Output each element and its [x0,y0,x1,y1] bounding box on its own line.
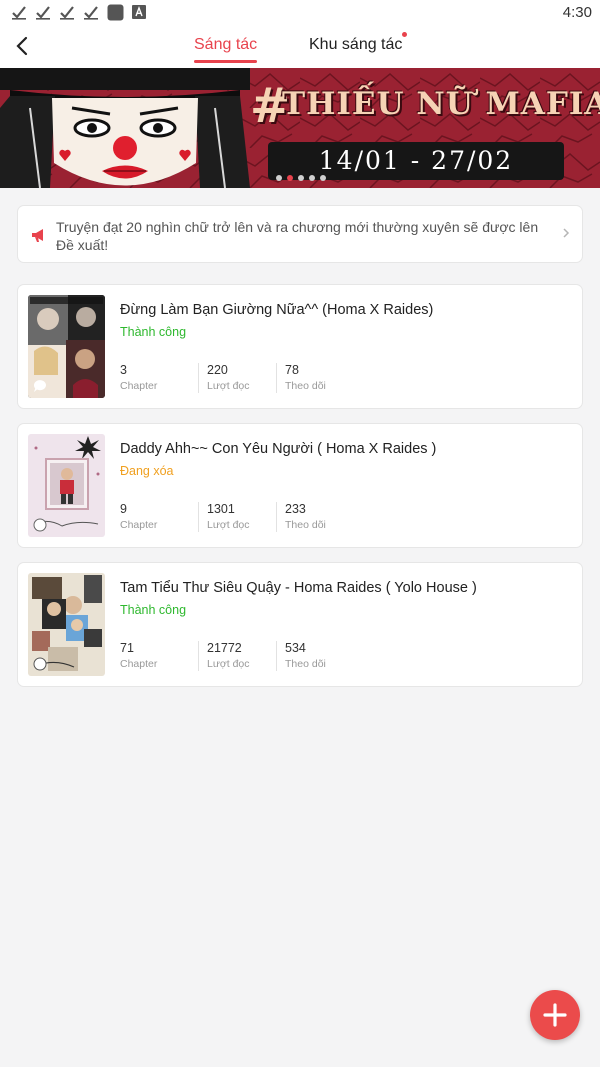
stat-value: 233 [285,502,306,516]
stat-reads: 21772 Lượt đọc [198,641,276,671]
square-icon [106,3,124,21]
stat-chapters: 3 Chapter [120,363,198,393]
stat-value: 1301 [207,502,235,516]
stat-label: Theo dõi [285,380,326,392]
back-arrow-icon [16,36,28,56]
back-button[interactable] [8,32,36,60]
stat-follows: 534 Theo dõi [276,641,354,671]
story-title: Đừng Làm Bạn Giường Nữa^^ (Homa X Raides… [120,302,434,318]
story-cover[interactable] [28,295,105,398]
carousel-dot[interactable] [320,175,326,181]
stat-label: Theo dõi [285,658,326,670]
tab-sang-tac[interactable]: Sáng tác [194,36,258,63]
comment-icon [33,518,47,532]
carousel-dot-active[interactable] [287,175,293,181]
story-status: Thành công [120,603,187,617]
story-card[interactable]: Đừng Làm Bạn Giường Nữa^^ (Homa X Raides… [17,284,583,409]
status-icons [10,3,148,21]
megaphone-icon [32,229,43,242]
story-stats: 71 Chapter 21772 Lượt đọc 534 Theo dõi [120,641,354,671]
story-title: Tam Tiểu Thư Siêu Quậy - Homa Raides ( Y… [120,580,477,596]
stat-follows: 233 Theo dõi [276,502,354,532]
story-stats: 9 Chapter 1301 Lượt đọc 233 Theo dõi [120,502,354,532]
check-icon [10,3,28,21]
story-status: Thành công [120,325,187,339]
stat-label: Lượt đọc [207,658,250,670]
check-icon [34,3,52,21]
banner-title: THIẾU NỮ MAFIA [282,86,600,122]
stat-chapters: 71 Chapter [120,641,198,671]
stat-follows: 78 Theo dõi [276,363,354,393]
notification-dot [402,32,408,37]
stat-value: 9 [120,502,127,516]
story-card[interactable]: Daddy Ahh~~ Con Yêu Người ( Homa X Raide… [17,423,583,548]
tab-label: Khu sáng tác [309,36,403,53]
story-status: Đang xóa [120,464,174,478]
status-time: 4:30 [562,4,592,21]
stat-value: 21772 [207,641,242,655]
status-bar: 4:30 [0,0,600,26]
carousel-dot[interactable] [298,175,304,181]
notice-text: Truyện đạt 20 nghìn chữ trở lên và ra ch… [56,219,539,253]
carousel-dot[interactable] [309,175,315,181]
promo-banner[interactable]: # THIẾU NỮ MAFIA 14/01 - 27/02 [0,68,600,188]
carousel-dot[interactable] [276,175,282,181]
stat-label: Chapter [120,519,158,531]
stat-label: Theo dõi [285,519,326,531]
stat-label: Chapter [120,658,158,670]
stat-label: Chapter [120,380,158,392]
add-story-button[interactable] [530,990,580,1040]
plus-icon [543,1003,567,1027]
stat-value: 3 [120,363,127,377]
story-cover[interactable] [28,573,105,676]
tab-khu-sang-tac[interactable]: Khu sáng tác [309,32,408,54]
story-stats: 3 Chapter 220 Lượt đọc 78 Theo dõi [120,363,354,393]
stat-reads: 220 Lượt đọc [198,363,276,393]
chevron-right-icon [563,228,570,238]
stat-value: 534 [285,641,306,655]
stat-label: Lượt đọc [207,380,250,392]
comment-icon [33,657,47,671]
stat-label: Lượt đọc [207,519,250,531]
font-icon [130,3,148,21]
carousel-dots [276,175,326,181]
stat-value: 71 [120,641,134,655]
header-nav: Sáng tác Khu sáng tác [0,26,600,68]
banner-date-range: 14/01 - 27/02 [318,146,514,175]
stat-value: 220 [207,363,228,377]
story-title: Daddy Ahh~~ Con Yêu Người ( Homa X Raide… [120,441,437,457]
stat-value: 78 [285,363,299,377]
story-card[interactable]: Tam Tiểu Thư Siêu Quậy - Homa Raides ( Y… [17,562,583,687]
tab-active-indicator [194,60,258,63]
story-cover[interactable] [28,434,105,537]
check-icon [82,3,100,21]
tab-label: Sáng tác [194,36,258,53]
stat-chapters: 9 Chapter [120,502,198,532]
comment-icon [33,380,46,392]
check-icon [58,3,76,21]
notice-banner[interactable]: Truyện đạt 20 nghìn chữ trở lên và ra ch… [17,205,583,263]
stat-reads: 1301 Lượt đọc [198,502,276,532]
